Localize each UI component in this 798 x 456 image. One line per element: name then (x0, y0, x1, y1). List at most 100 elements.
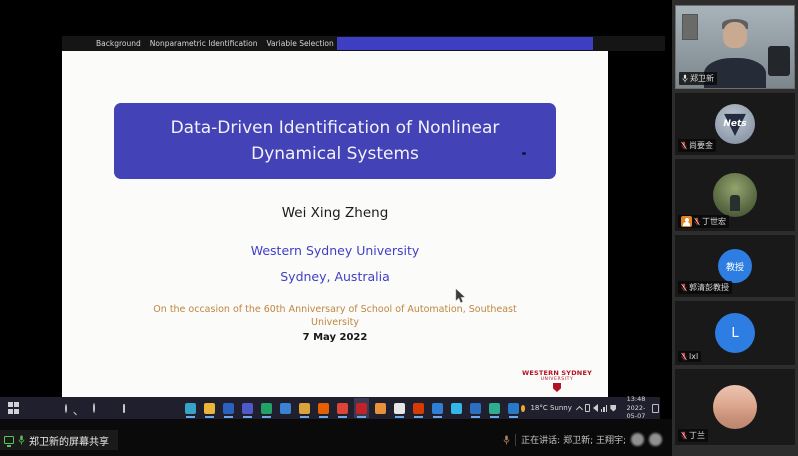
taskbar-icon-notepad[interactable] (392, 398, 407, 418)
windows-taskbar: 18°C Sunny 13:48 2022-05-07 (0, 397, 660, 419)
tray-expand-icon[interactable] (576, 405, 583, 412)
participant-tile-lxl[interactable]: L lxl (675, 301, 795, 365)
slide-title-line2: Dynamical Systems (251, 141, 419, 167)
slide-occasion: On the occasion of the 60th Anniversary … (62, 304, 608, 330)
mouse-cursor-icon (455, 289, 466, 304)
participant-name: lxl (689, 352, 698, 361)
participant-tile-professor[interactable]: 教授 郭清彭教授 (675, 235, 795, 297)
slide-affiliation: Western Sydney University (62, 243, 608, 258)
mic-muted-icon (681, 141, 687, 150)
divider (515, 434, 516, 446)
participant-avatar-initials: 教授 (718, 249, 752, 283)
monitor-icon (4, 436, 14, 444)
participant-label: 丁世宏 (678, 215, 729, 228)
taskbar-icon-firefox[interactable] (316, 398, 331, 418)
participant-avatar (713, 385, 757, 429)
tray-status-icons[interactable] (577, 404, 617, 412)
system-tray: 18°C Sunny 13:48 2022-05-07 (521, 395, 664, 421)
taskbar-icon-office[interactable] (373, 398, 388, 418)
participant-tile-ding[interactable]: 丁世宏 (675, 159, 795, 231)
taskbar-icon-chrome[interactable] (335, 398, 350, 418)
active-speaker-text: 正在讲话: 郑卫新; 王翔宇; (521, 433, 626, 446)
search-icon[interactable] (65, 404, 67, 413)
participant-tile-shang[interactable]: Nets 尚要金 (675, 93, 795, 155)
participant-name: 尚要金 (689, 140, 713, 151)
participant-name: 丁世宏 (702, 216, 726, 227)
screen-share-banner-text: 郑卫新的屏幕共享 (29, 433, 109, 448)
taskbar-icon-photos[interactable] (297, 398, 312, 418)
slide-occasion-line2: University (311, 317, 359, 328)
taskbar-icon-skype[interactable] (449, 398, 464, 418)
taskbar-icon-file-explorer[interactable] (202, 398, 217, 418)
video-person-head (723, 22, 747, 48)
slide-title-box: Data-Driven Identification of Nonlinear … (114, 103, 556, 179)
participants-sidebar: 郑卫新 Nets 尚要金 (672, 0, 798, 456)
participant-avatar: Nets (715, 104, 755, 144)
taskbar-icon-app-blue[interactable] (278, 398, 293, 418)
university-logo: WESTERN SYDNEY UNIVERSITY (522, 369, 592, 392)
avatar-photo-figure (730, 195, 740, 211)
speaker-avatar (631, 433, 644, 446)
cortana-icon[interactable] (93, 403, 95, 413)
meeting-window: Background Nonparametric Identification … (0, 0, 798, 456)
mic-muted-icon (681, 431, 687, 440)
taskbar-icon-edge[interactable] (183, 398, 198, 418)
mic-icon (18, 435, 25, 445)
mic-muted-icon (681, 283, 687, 292)
taskbar-icon-app-blue4[interactable] (506, 398, 521, 418)
laser-pointer-dot (522, 152, 526, 155)
taskbar-icon-app-teal[interactable] (487, 398, 502, 418)
university-logo-line1: WESTERN SYDNEY (522, 369, 592, 377)
participant-label: 尚要金 (678, 139, 716, 152)
taskbar-icon-acrobat[interactable] (354, 398, 369, 418)
battery-icon (585, 404, 590, 412)
participant-label: 郭清彭教授 (678, 281, 732, 294)
taskbar-icon-teams[interactable] (240, 398, 255, 418)
task-view-icon[interactable] (123, 404, 125, 413)
participant-name: 丁兰 (689, 430, 705, 441)
clock-time: 13:48 (627, 395, 646, 403)
menu-item-nonparametric[interactable]: Nonparametric Identification (150, 39, 258, 48)
participant-avatar-initials: L (715, 313, 755, 353)
screen-share-banner: 郑卫新的屏幕共享 (0, 430, 118, 450)
taskbar-icon-app-blue2[interactable] (430, 398, 445, 418)
weather-text[interactable]: 18°C Sunny (530, 404, 571, 412)
start-button-icon[interactable] (8, 402, 19, 414)
person-badge-icon (681, 216, 692, 227)
taskbar-app-icons (183, 398, 521, 418)
participant-tile-dinglan[interactable]: 丁兰 (675, 369, 795, 445)
meeting-status-bar: 郑卫新的屏幕共享 正在讲话: 郑卫新; 王翔宇; (0, 419, 672, 456)
slide-title-line1: Data-Driven Identification of Nonlinear (171, 115, 500, 141)
network-icon[interactable] (601, 405, 608, 412)
taskbar-icon-word[interactable] (221, 398, 236, 418)
participant-label: lxl (678, 351, 701, 362)
taskbar-icon-app-orange[interactable] (411, 398, 426, 418)
nets-logo-text: Nets (723, 119, 746, 129)
mic-on-icon (682, 74, 688, 83)
taskbar-clock[interactable]: 13:48 2022-05-07 (621, 395, 645, 421)
slide-nav-bar: Background Nonparametric Identification … (62, 36, 665, 51)
video-chair (768, 46, 790, 76)
active-speaker-indicator: 正在讲话: 郑卫新; 王翔宇; (503, 433, 662, 446)
menu-item-variable-selection[interactable]: Variable Selection (266, 39, 333, 48)
slide-affiliation-city: Sydney, Australia (62, 269, 608, 284)
slide-author: Wei Xing Zheng (62, 205, 608, 221)
mic-muted-icon (694, 217, 700, 226)
slide-occasion-line1: On the occasion of the 60th Anniversary … (153, 304, 516, 315)
participant-name: 郑卫新 (690, 73, 714, 84)
university-shield-icon (553, 383, 561, 392)
speaker-icon[interactable] (593, 404, 598, 412)
slide-date: 7 May 2022 (62, 332, 608, 343)
participant-label: 丁兰 (678, 429, 708, 442)
action-center-icon[interactable] (652, 404, 658, 413)
menu-highlight-bar (337, 37, 593, 50)
clock-date: 2022-05-07 (626, 404, 645, 421)
participant-tile-zhengweixin[interactable]: 郑卫新 (675, 5, 795, 89)
taskbar-icon-excel[interactable] (259, 398, 274, 418)
taskbar-icon-app-blue3[interactable] (468, 398, 483, 418)
participant-avatar (713, 173, 757, 217)
participant-label: 郑卫新 (679, 72, 717, 85)
video-background-frame (682, 14, 698, 40)
speaker-avatar (649, 433, 662, 446)
menu-item-background[interactable]: Background (96, 39, 141, 48)
